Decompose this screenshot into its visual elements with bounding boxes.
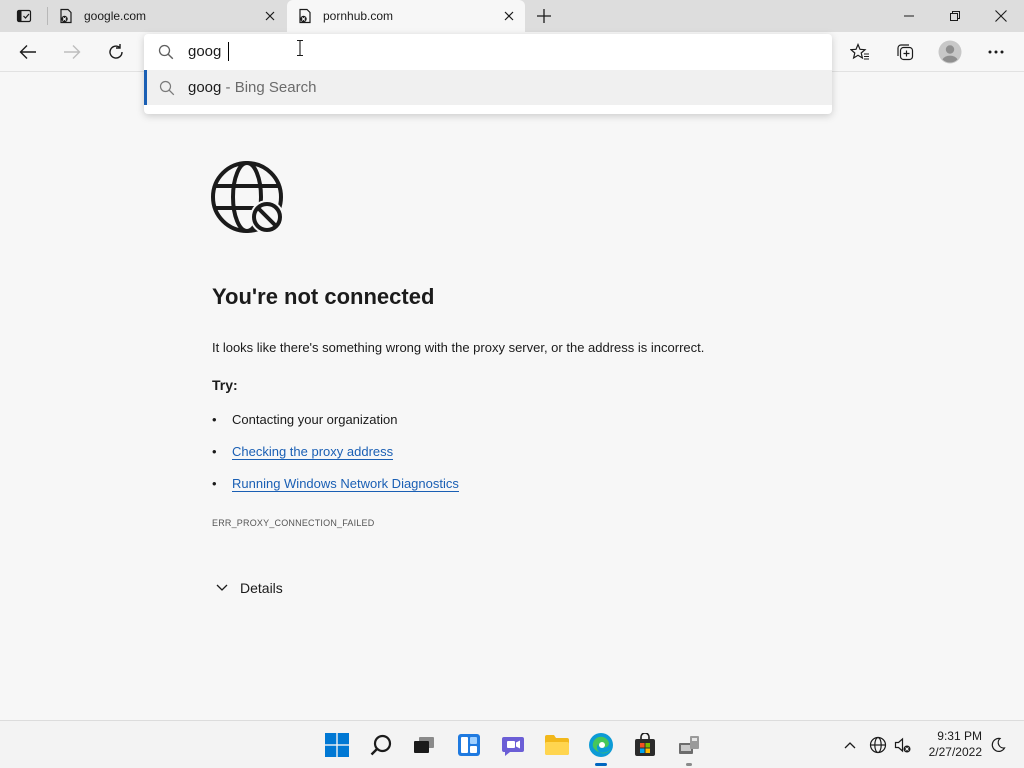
search-icon: [159, 80, 175, 96]
taskbar: 9:31 PM 2/27/2022: [0, 720, 1024, 768]
globe-blocked-icon: [211, 161, 285, 235]
new-tab-icon[interactable]: [534, 6, 554, 26]
search-icon[interactable]: [365, 729, 397, 761]
clock-date: 2/27/2022: [928, 745, 982, 759]
favorites-icon[interactable]: [848, 40, 872, 64]
tab-actions-icon[interactable]: [10, 6, 38, 26]
search-icon: [158, 44, 174, 60]
bullet-point: •: [212, 412, 217, 427]
chevron-down-icon: [212, 580, 232, 596]
suggestion-term: goog: [188, 79, 222, 96]
network-globe-icon[interactable]: [868, 735, 888, 755]
page-error-icon: [58, 8, 74, 24]
edge-browser-icon[interactable]: [585, 729, 617, 761]
details-label: Details: [240, 580, 283, 596]
tab-pornhub[interactable]: pornhub.com: [287, 0, 525, 32]
suggestion-source: - Bing Search: [221, 79, 317, 96]
text-caret: [228, 42, 229, 61]
bullet-point: •: [212, 476, 217, 491]
close-tab-icon[interactable]: [501, 8, 517, 24]
tab-title: google.com: [84, 9, 147, 23]
refresh-icon[interactable]: [104, 40, 128, 64]
suggestion-text: Contacting your organization: [232, 412, 398, 427]
restore-icon[interactable]: [932, 0, 978, 32]
start-button[interactable]: [321, 729, 353, 761]
more-options-icon[interactable]: [984, 40, 1008, 64]
focus-moon-icon[interactable]: [988, 735, 1008, 755]
profile-avatar-icon[interactable]: [938, 40, 962, 64]
minimize-icon[interactable]: [886, 0, 932, 32]
chat-icon[interactable]: [497, 729, 529, 761]
page-error-icon: [297, 8, 313, 24]
system-clock[interactable]: 9:31 PM 2/27/2022: [920, 728, 982, 760]
close-window-icon[interactable]: [978, 0, 1024, 32]
close-tab-icon[interactable]: [262, 8, 278, 24]
page-title: You're not connected: [212, 284, 435, 309]
network-app-icon[interactable]: [673, 729, 705, 761]
widgets-icon[interactable]: [453, 729, 485, 761]
error-description: It looks like there's something wrong wi…: [212, 340, 705, 355]
clock-time: 9:31 PM: [937, 729, 982, 743]
volume-muted-icon[interactable]: [893, 735, 913, 755]
tab-google[interactable]: google.com: [48, 0, 286, 32]
details-toggle-button[interactable]: Details: [212, 578, 283, 598]
search-suggestion-item[interactable]: goog - Bing Search: [144, 70, 832, 105]
forward-arrow-icon[interactable]: [60, 40, 84, 64]
running-app-indicator: [686, 763, 692, 766]
bullet-point: •: [212, 444, 217, 459]
tab-strip: google.com pornhub.com: [0, 0, 1024, 32]
active-app-indicator: [595, 763, 607, 766]
collections-icon[interactable]: [893, 40, 917, 64]
suggestion-label: goog - Bing Search: [188, 79, 316, 96]
address-bar-dropdown: goog goog - Bing Search: [144, 34, 832, 114]
task-view-icon[interactable]: [408, 729, 440, 761]
check-proxy-link[interactable]: Checking the proxy address: [232, 444, 394, 460]
try-heading: Try:: [212, 377, 238, 393]
store-icon[interactable]: [629, 729, 661, 761]
chevron-up-icon[interactable]: [840, 735, 860, 755]
error-code: ERR_PROXY_CONNECTION_FAILED: [212, 518, 375, 528]
file-explorer-icon[interactable]: [541, 729, 573, 761]
back-arrow-icon[interactable]: [16, 40, 40, 64]
address-bar-text: goog: [188, 43, 222, 60]
address-bar-input[interactable]: goog: [144, 34, 832, 70]
tab-title: pornhub.com: [323, 9, 394, 23]
text-cursor-icon: [296, 39, 304, 57]
network-diagnostics-link[interactable]: Running Windows Network Diagnostics: [232, 476, 459, 492]
